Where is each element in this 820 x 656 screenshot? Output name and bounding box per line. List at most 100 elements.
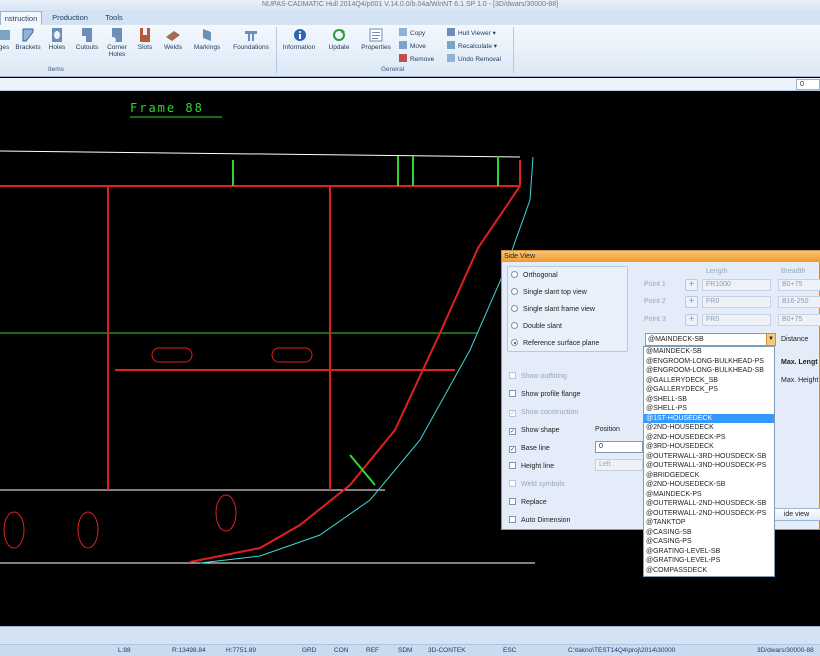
checkbox-height-line[interactable]: Height line (509, 462, 554, 471)
status-path: C:\takno\TEST14Q4\proj\2014\30000 (568, 647, 676, 654)
status-ref-toggle[interactable]: REF (366, 646, 379, 655)
checkbox-weld-symbols[interactable]: Weld symbols (509, 480, 564, 489)
length-header: Length (706, 268, 728, 275)
dropdown-option[interactable]: @OUTERWALL-2ND-HOUSDECK-SB (644, 499, 774, 509)
remove-button[interactable]: Remove (399, 54, 434, 64)
dropdown-option[interactable]: @CASING-PS (644, 537, 774, 547)
undo-removal-button[interactable]: Undo Removal (447, 54, 501, 64)
cutouts-label: Cutouts (75, 44, 99, 51)
brackets-button[interactable]: Brackets (14, 27, 42, 51)
dropdown-option[interactable]: @3RD-HOUSEDECK (644, 442, 774, 452)
hull-viewer-button[interactable]: Hull Viewer ▾ (447, 28, 496, 38)
option-reference-surface-plane[interactable]: Reference surface plane (511, 339, 599, 348)
tab-production[interactable]: Production (50, 11, 90, 25)
slots-button[interactable]: Slots (134, 27, 156, 51)
status-grd-toggle[interactable]: GRD (302, 646, 316, 655)
status-con-toggle[interactable]: CON (334, 646, 348, 655)
dropdown-option[interactable]: @MAINDECK-SB (644, 347, 774, 357)
checkbox-label: Show shape (521, 427, 560, 434)
welds-button[interactable]: Welds (160, 27, 186, 51)
markings-button[interactable]: Markings (190, 27, 224, 51)
checkbox-show-construction[interactable]: ✓ Show construction (509, 408, 578, 417)
point2-pick-icon[interactable] (685, 296, 698, 308)
command-value-field[interactable]: 0 (796, 79, 820, 90)
general-group-label: General (381, 66, 405, 73)
status-esc: ESC (503, 647, 517, 654)
radio-icon (511, 322, 518, 329)
option-single-slant-frame[interactable]: Single slant frame view (511, 305, 595, 314)
remove-icon (399, 54, 407, 62)
cutouts-button[interactable]: Cutouts (73, 27, 101, 51)
properties-button[interactable]: Properties (358, 27, 394, 51)
dropdown-option[interactable]: @BRIDGEDECK (644, 471, 774, 481)
reference-plane-select[interactable]: @MAINDECK-SB ▼ (645, 333, 776, 346)
point2-breadth[interactable]: B16-250 (778, 296, 820, 308)
checkbox-icon (509, 498, 516, 505)
height-line-select[interactable]: Left (595, 459, 643, 471)
dropdown-option[interactable]: @ENGROOM-LONG-BULKHEAD-PS (644, 357, 774, 367)
dropdown-option[interactable]: @2ND-HOUSEDECK (644, 423, 774, 433)
chevron-down-icon[interactable]: ▼ (766, 334, 775, 345)
point1-length[interactable]: FR1000 (702, 279, 771, 291)
option-orthogonal[interactable]: Orthogonal (511, 271, 558, 280)
dropdown-option[interactable]: @COMPASSDECK (644, 566, 774, 576)
foundations-button[interactable]: Foundations (229, 27, 273, 51)
checkbox-show-shape[interactable]: ✓ Show shape (509, 426, 560, 435)
dropdown-option[interactable]: @1ST-HOUSEDECK (644, 413, 774, 423)
checkbox-icon (509, 390, 516, 397)
checkbox-icon (509, 516, 516, 523)
point2-length[interactable]: FR0 (702, 296, 771, 308)
dropdown-option[interactable]: @TANKTOP (644, 518, 774, 528)
checkbox-label: Height line (521, 463, 555, 470)
status-sdm-toggle[interactable]: SDM (398, 646, 412, 655)
option-double-slant[interactable]: Double slant (511, 322, 562, 331)
copy-button[interactable]: Copy (399, 28, 425, 38)
position-label: Position (595, 426, 620, 433)
dropdown-option[interactable]: @OUTERWALL-2ND-HOUSDECK-PS (644, 509, 774, 519)
dropdown-option[interactable]: @2ND-HOUSEDECK-SB (644, 480, 774, 490)
checkbox-label: Auto Dimension (521, 517, 571, 524)
information-button[interactable]: Information (279, 27, 319, 51)
recalculate-button[interactable]: Recalculate ▾ (447, 41, 497, 51)
corner-holes-button[interactable]: Corner Holes (104, 27, 130, 58)
recalculate-label: Recalculate (458, 43, 492, 50)
dropdown-option[interactable]: @OUTERWALL-3ND-HOUSDECK-PS (644, 461, 774, 471)
point3-pick-icon[interactable] (685, 314, 698, 326)
point1-breadth[interactable]: B0+75 (778, 279, 820, 291)
checkbox-replace[interactable]: Replace (509, 498, 547, 507)
holes-button[interactable]: Holes (46, 27, 68, 51)
side-view-button[interactable]: ide view (772, 508, 820, 521)
tab-tools[interactable]: Tools (98, 11, 130, 25)
dropdown-option[interactable]: @CASING-SB (644, 528, 774, 538)
option-single-slant-top[interactable]: Single slant top view (511, 288, 587, 297)
welds-label: Welds (164, 44, 182, 51)
properties-label: Properties (361, 44, 391, 51)
dropdown-option[interactable]: @2ND-HOUSEDECK-PS (644, 433, 774, 443)
dropdown-option[interactable]: @ENGROOM-LONG-BULKHEAD-SB (644, 366, 774, 376)
checkbox-auto-dimension[interactable]: Auto Dimension (509, 516, 570, 525)
point3-breadth[interactable]: B0+75 (778, 314, 820, 326)
hull-viewer-icon (447, 28, 455, 36)
edges-button[interactable]: ges (0, 27, 10, 51)
dropdown-option[interactable]: @GRATING-LEVEL-SB (644, 547, 774, 557)
position-input[interactable]: 0 (595, 441, 643, 453)
point1-pick-icon[interactable] (685, 279, 698, 291)
dropdown-option[interactable]: @GRATING-LEVEL-PS (644, 556, 774, 566)
information-label: Information (282, 44, 316, 51)
update-button[interactable]: Update (323, 27, 355, 51)
tab-construction[interactable]: nstruction (0, 11, 42, 25)
checkbox-show-outfitting[interactable]: Show outfitting (509, 372, 567, 381)
dropdown-option[interactable]: @GALLERYDECK_PS (644, 385, 774, 395)
foundations-label: Foundations (233, 44, 269, 51)
checkbox-show-profile-flange[interactable]: Show profile flange (509, 390, 581, 399)
checkbox-base-line[interactable]: ✓ Base line (509, 444, 550, 453)
dropdown-option[interactable]: @GALLERYDECK_SB (644, 376, 774, 386)
dropdown-option[interactable]: @MAINDECK-PS (644, 490, 774, 500)
dropdown-option[interactable]: @SHELL-PS (644, 404, 774, 414)
dropdown-option[interactable]: @SHELL-SB (644, 395, 774, 405)
move-button[interactable]: Move (399, 41, 426, 51)
title-bar: NUPAS-CADMATIC Hull 2014Q4/p001 V.14.0.0… (0, 0, 820, 10)
dropdown-option[interactable]: @OUTERWALL-3RD-HOUSDECK-SB (644, 452, 774, 462)
status-bar: L:88 R:13498.84 H:7751.89 GRD CON REF SD… (0, 626, 820, 656)
point3-length[interactable]: FR0 (702, 314, 771, 326)
